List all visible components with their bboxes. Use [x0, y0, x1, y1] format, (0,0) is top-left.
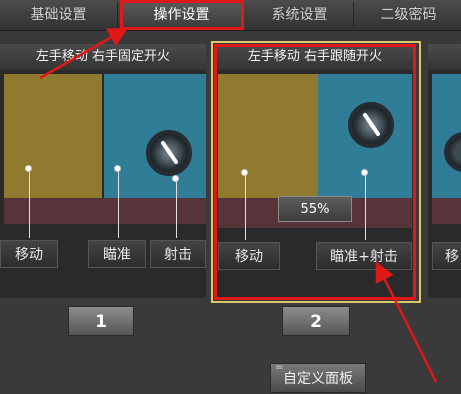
tab-basic-settings[interactable]: 基础设置 — [0, 2, 118, 28]
aim-fire-anchor-dot — [361, 169, 368, 176]
layout-1-button[interactable]: 1 — [68, 306, 134, 336]
fire-anchor-dot — [172, 175, 179, 182]
layout-panel-1[interactable]: 左手移动 右手固定开火 移动 瞄准 射击 — [0, 44, 206, 298]
aim-anchor-dot — [114, 165, 121, 172]
tab-system-settings[interactable]: 系统设置 — [246, 2, 354, 28]
move-anchor-dot — [25, 165, 32, 172]
move-label: 移动 — [218, 242, 280, 270]
panel-title: 左手移动 右手跟随开火 — [214, 44, 416, 70]
tab-secondary-password[interactable]: 二级密码 — [356, 2, 461, 28]
custom-panel-corner-mark: = — [275, 362, 284, 373]
fire-label: 射击 — [150, 240, 206, 268]
panel-title: 左手移动 右手固定开火 — [0, 44, 206, 70]
layout-panel-2[interactable]: 左手移动 右手跟随开火 55% 移动 瞄准+射击 — [214, 44, 416, 298]
move-zone — [218, 74, 318, 198]
knob-icon — [348, 102, 394, 148]
layout-panel-3[interactable]: 移 — [428, 44, 461, 298]
aim-label: 瞄准 — [88, 240, 146, 268]
custom-panel-button[interactable]: = 自定义面板 — [270, 362, 366, 393]
knob-icon — [146, 130, 192, 176]
zoom-percent-badge: 55% — [278, 196, 352, 222]
custom-panel-label: 自定义面板 — [283, 371, 353, 387]
tab-bar: 基础设置 操作设置 系统设置 二级密码 — [0, 0, 461, 31]
move-label: 移 — [432, 242, 461, 270]
aim-fire-label: 瞄准+射击 — [316, 242, 412, 270]
move-anchor-dot — [241, 169, 248, 176]
move-zone — [4, 74, 102, 198]
layout-2-button[interactable]: 2 — [282, 306, 350, 336]
tab-operation-settings[interactable]: 操作设置 — [120, 0, 244, 30]
bottom-strip — [432, 198, 461, 224]
move-label: 移动 — [0, 240, 58, 268]
